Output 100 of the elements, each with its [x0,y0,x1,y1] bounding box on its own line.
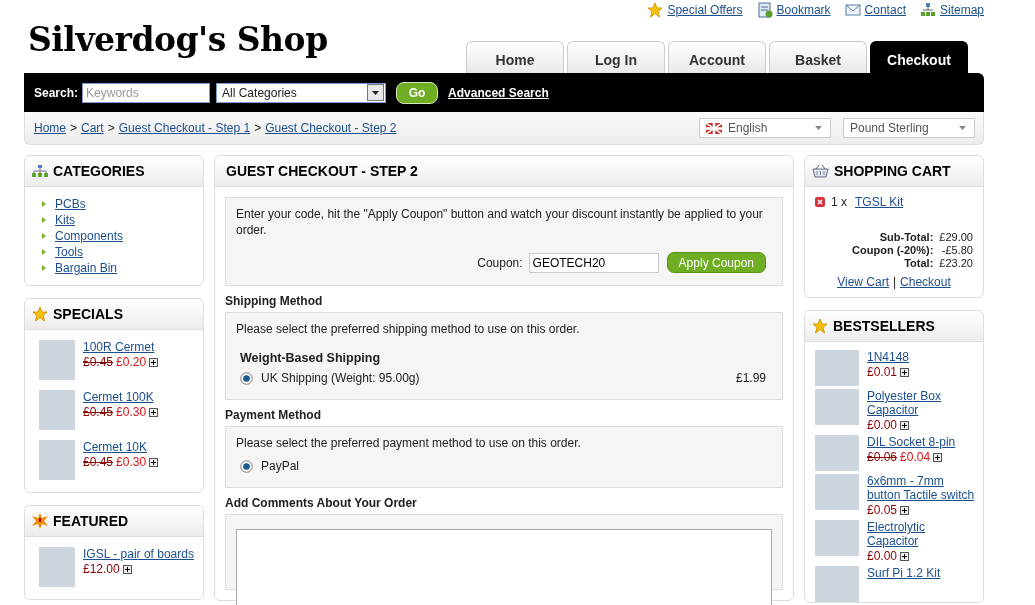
price: £0.00 [867,418,898,432]
shipping-price: £1.99 [735,371,766,385]
photo-placeholder[interactable] [39,340,75,380]
shipping-group-title: Weight-Based Shipping [240,351,382,365]
panel-footer-link[interactable]: View Cart [837,275,889,289]
product-link[interactable]: Polyester Box Capacitor [867,389,975,417]
total-value: -£5.80 [940,244,973,256]
search-label: Search: [34,85,79,100]
photo-placeholder[interactable] [815,566,859,602]
old-price: £0.06 [867,450,898,464]
product-link[interactable]: 6x6mm - 7mm button Tactile switch [867,474,975,502]
category-dropdown[interactable]: All Categories [216,82,387,103]
panel-title: BESTSELLERS [833,318,935,334]
photo-placeholder[interactable] [815,389,859,425]
add-icon [149,457,159,467]
nav-tab[interactable]: Checkout [870,41,968,73]
top-link[interactable]: Bookmark [756,2,831,18]
top-link[interactable]: Sitemap [919,2,984,18]
radio-button[interactable] [240,371,253,385]
top-link[interactable]: Special Offers [647,2,743,18]
option-label: UK Shipping (Weight: 95.00g) [261,371,421,385]
breadcrumb-link[interactable]: Cart [81,121,104,135]
item-quantity: 1 x [831,195,847,209]
shipping-instructions: Please select the preferred shipping method to use on this order. [236,321,581,337]
search-field[interactable]: Keywords [82,82,211,103]
category-link[interactable]: Kits [55,213,75,227]
category-link[interactable]: Tools [55,245,83,259]
product-link[interactable]: DIL Socket 8-pin [867,435,956,449]
comments-field[interactable] [236,529,772,605]
coupon-label: Coupon: [477,255,523,270]
category-link[interactable]: Bargain Bin [55,261,118,275]
product-link[interactable]: Cermet 100K [83,390,159,404]
breadcrumb-separator: > [107,121,115,135]
add-icon [933,452,943,462]
nav-tab[interactable]: Log In [567,41,665,73]
product-link[interactable]: Electrolytic Capacitor [867,520,975,548]
shop-logo[interactable]: Silverdog's Shop [28,20,328,59]
add-icon [149,357,159,367]
price: £0.30 [116,455,147,469]
category-link[interactable]: Components [55,229,124,243]
photo-placeholder[interactable] [815,350,859,386]
price: £0.01 [867,365,898,379]
nav-tab[interactable]: Home [466,41,564,73]
add-icon [900,505,910,515]
radio-button[interactable] [240,459,253,473]
panel-title: SHOPPING CART [834,163,951,179]
language-dropdown[interactable]: English [699,118,831,138]
total-label: Total: [903,257,934,269]
bullet-icon [42,265,46,271]
price: £12.00 [83,562,120,576]
breadcrumb-link[interactable]: Home [34,121,66,135]
breadcrumb-separator: > [70,121,78,135]
product-link[interactable]: 1N4148 [867,350,910,364]
photo-placeholder[interactable] [815,474,859,510]
photo-placeholder[interactable] [815,435,859,471]
bullet-icon [42,249,46,255]
product-link[interactable]: Surf Pi 1.2 Kit [867,566,941,580]
add-icon [149,407,159,417]
mail-icon [844,2,861,18]
top-link[interactable]: Contact [844,2,906,18]
price: £0.04 [900,450,931,464]
breadcrumb-link[interactable]: Guest Checkout - Step 2 [265,121,397,135]
star-icon [812,318,828,334]
photo-placeholder[interactable] [39,390,75,430]
star-icon [647,2,664,18]
bookmark-icon [756,2,773,18]
currency-dropdown[interactable]: Pound Sterling [843,118,975,138]
add-icon [900,367,910,377]
bullet-icon [42,201,46,207]
total-label: Sub-Total: [878,231,934,243]
star-icon [32,306,48,322]
burst-icon [32,513,48,529]
panel-title: GUEST CHECKOUT - STEP 2 [226,163,418,179]
panel-footer-link[interactable]: Checkout [900,275,951,289]
total-value: £23.20 [939,257,973,269]
panel-title: FEATURED [53,513,129,529]
nav-tab[interactable]: Account [668,41,766,73]
cart-item-link[interactable]: TGSL Kit [855,195,904,209]
product-link[interactable]: Cermet 10K [83,440,159,454]
price: £0.20 [116,355,147,369]
remove-icon [815,197,825,207]
photo-placeholder[interactable] [39,440,75,480]
coupon-field[interactable]: GEOTECH20 [528,252,659,273]
sitemap-icon [32,165,48,177]
coupon-instructions: Enter your code, hit the "Apply Coupon" button and watch your discount instantly be applied to your order. [236,206,764,238]
breadcrumb-link[interactable]: Guest Checkout - Step 1 [118,121,251,135]
add-icon [900,420,910,430]
product-link[interactable]: IGSL - pair of boards [83,547,194,561]
caret-icon [815,126,822,130]
photo-placeholder[interactable] [815,520,859,556]
photo-placeholder[interactable] [39,547,75,587]
category-link[interactable]: PCBs [55,197,86,211]
section-heading: Add Comments About Your Order [225,496,418,510]
price: £0.00 [867,549,898,563]
bullet-icon [42,233,46,239]
advanced-search-link[interactable]: Advanced Search [448,85,549,100]
nav-tab[interactable]: Basket [769,41,867,73]
product-link[interactable]: 100R Cermet [83,340,159,354]
price: £0.05 [867,503,898,517]
old-price: £0.45 [83,355,114,369]
